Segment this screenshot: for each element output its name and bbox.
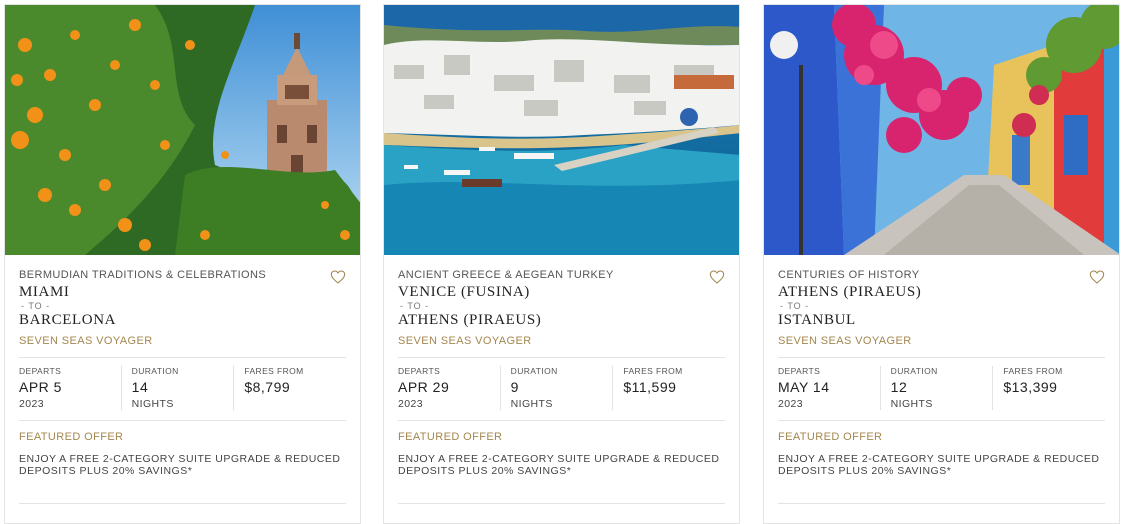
from-port: ATHENS (PIRAEUS) xyxy=(778,284,922,300)
voyage-name[interactable]: CENTURIES OF HISTORY xyxy=(778,269,1105,281)
seville-oranges-tower-photo[interactable] xyxy=(5,5,360,255)
heart-outline-icon[interactable] xyxy=(1089,269,1105,285)
voyage-name[interactable]: ANCIENT GREECE & AEGEAN TURKEY xyxy=(398,269,725,281)
departs-year: 2023 xyxy=(778,398,803,410)
voyage-stats: DEPARTS MAY 14 2023 DURATION 12 NIGHTS F… xyxy=(778,358,1105,421)
duration-label: DURATION xyxy=(510,366,558,376)
duration-unit: NIGHTS xyxy=(890,398,933,410)
duration-label: DURATION xyxy=(890,366,938,376)
departs-stat: DEPARTS APR 5 2023 xyxy=(19,366,121,410)
ship-name[interactable]: SEVEN SEAS VOYAGER xyxy=(19,335,346,358)
featured-offer-title: FEATURED OFFER xyxy=(19,431,124,443)
voyage-card[interactable]: CENTURIES OF HISTORY ATHENS (PIRAEUS) - … xyxy=(763,4,1120,524)
ship-name[interactable]: SEVEN SEAS VOYAGER xyxy=(398,335,725,358)
departs-label: DEPARTS xyxy=(19,366,62,376)
to-separator: - TO - xyxy=(780,301,810,311)
duration-value: 14 xyxy=(131,379,149,395)
fares-value: $11,599 xyxy=(623,379,677,395)
to-port: BARCELONA xyxy=(19,312,117,328)
departs-date: MAY 14 xyxy=(778,379,830,395)
to-port: ISTANBUL xyxy=(778,312,856,328)
mykonos-harbor-photo[interactable] xyxy=(384,5,739,255)
duration-value: 9 xyxy=(510,379,519,395)
ship-name[interactable]: SEVEN SEAS VOYAGER xyxy=(778,335,1105,358)
departs-date: APR 5 xyxy=(19,379,62,395)
voyage-card[interactable]: ANCIENT GREECE & AEGEAN TURKEY VENICE (F… xyxy=(383,4,740,524)
fares-stat: FARES FROM $11,599 xyxy=(612,366,725,410)
departs-date: APR 29 xyxy=(398,379,450,395)
fares-value: $13,399 xyxy=(1003,379,1058,395)
featured-offer-text: ENJOY A FREE 2-CATEGORY SUITE UPGRADE & … xyxy=(19,453,346,504)
voyage-card[interactable]: BERMUDIAN TRADITIONS & CELEBRATIONS MIAM… xyxy=(4,4,361,524)
duration-stat: DURATION 9 NIGHTS xyxy=(499,366,613,410)
to-port: ATHENS (PIRAEUS) xyxy=(398,312,542,328)
from-port: MIAMI xyxy=(19,284,70,300)
card-info: CENTURIES OF HISTORY ATHENS (PIRAEUS) - … xyxy=(764,255,1119,504)
colorful-street-flowers-photo[interactable] xyxy=(764,5,1119,255)
duration-stat: DURATION 14 NIGHTS xyxy=(120,366,234,410)
departs-label: DEPARTS xyxy=(778,366,821,376)
voyage-stats: DEPARTS APR 29 2023 DURATION 9 NIGHTS FA… xyxy=(398,358,725,421)
fares-value: $8,799 xyxy=(244,379,291,395)
fares-label: FARES FROM xyxy=(244,366,304,376)
voyage-name[interactable]: BERMUDIAN TRADITIONS & CELEBRATIONS xyxy=(19,269,346,281)
departs-stat: DEPARTS APR 29 2023 xyxy=(398,366,500,410)
duration-unit: NIGHTS xyxy=(131,398,174,410)
heart-outline-icon[interactable] xyxy=(330,269,346,285)
from-port: VENICE (FUSINA) xyxy=(398,284,530,300)
departs-stat: DEPARTS MAY 14 2023 xyxy=(778,366,880,410)
departs-year: 2023 xyxy=(19,398,44,410)
card-info: BERMUDIAN TRADITIONS & CELEBRATIONS MIAM… xyxy=(5,255,360,504)
to-separator: - TO - xyxy=(21,301,51,311)
departs-year: 2023 xyxy=(398,398,423,410)
voyage-stats: DEPARTS APR 5 2023 DURATION 14 NIGHTS FA… xyxy=(19,358,346,421)
heart-outline-icon[interactable] xyxy=(709,269,725,285)
fares-stat: FARES FROM $13,399 xyxy=(992,366,1105,410)
fares-label: FARES FROM xyxy=(1003,366,1063,376)
featured-offer-title: FEATURED OFFER xyxy=(778,431,883,443)
to-separator: - TO - xyxy=(400,301,430,311)
fares-stat: FARES FROM $8,799 xyxy=(233,366,346,410)
card-info: ANCIENT GREECE & AEGEAN TURKEY VENICE (F… xyxy=(384,255,739,504)
featured-offer-title: FEATURED OFFER xyxy=(398,431,503,443)
duration-unit: NIGHTS xyxy=(510,398,553,410)
duration-stat: DURATION 12 NIGHTS xyxy=(879,366,993,410)
featured-offer-text: ENJOY A FREE 2-CATEGORY SUITE UPGRADE & … xyxy=(398,453,725,504)
duration-value: 12 xyxy=(890,379,908,395)
departs-label: DEPARTS xyxy=(398,366,441,376)
featured-offer-text: ENJOY A FREE 2-CATEGORY SUITE UPGRADE & … xyxy=(778,453,1105,504)
duration-label: DURATION xyxy=(131,366,179,376)
fares-label: FARES FROM xyxy=(623,366,683,376)
